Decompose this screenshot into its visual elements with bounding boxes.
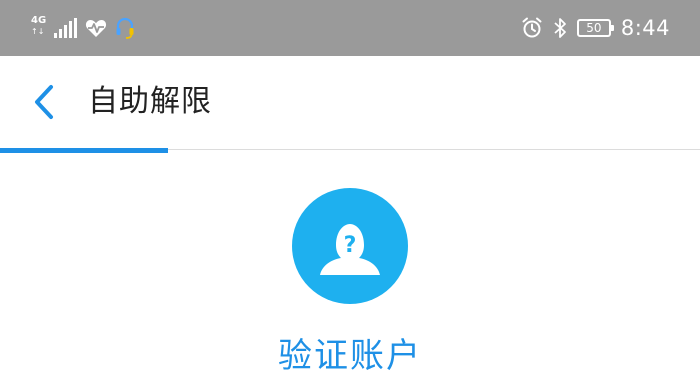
alarm-icon [522,17,542,38]
title-bar: 自助解限 [0,56,700,150]
main-content: ? 验证账户 [0,153,700,376]
chevron-left-icon [35,85,53,119]
status-bar-right: 50 8:44 [521,12,670,44]
heart-rate-icon [85,20,107,37]
battery-level: 50 [586,21,602,35]
signal-icon [54,18,77,38]
network-activity-arrows: ↑↓ [31,27,45,36]
network-type-label: 4G [31,15,47,26]
bluetooth-icon [554,18,566,38]
step-title: 验证账户 [278,336,422,376]
headset-icon [116,17,134,39]
network-type-indicator: 4G ↑↓ [30,15,46,41]
back-button[interactable] [22,80,66,124]
status-time: 8:44 [620,16,670,40]
unknown-user-icon: ? [320,224,380,275]
svg-text:?: ? [344,233,357,258]
status-bar-left: 4G ↑↓ [30,14,135,42]
status-bar: 4G ↑↓ 50 8:44 [0,0,700,56]
unknown-user-avatar: ? [292,188,408,304]
battery-icon: 50 [576,19,614,37]
page-title: 自助解限 [88,84,212,119]
